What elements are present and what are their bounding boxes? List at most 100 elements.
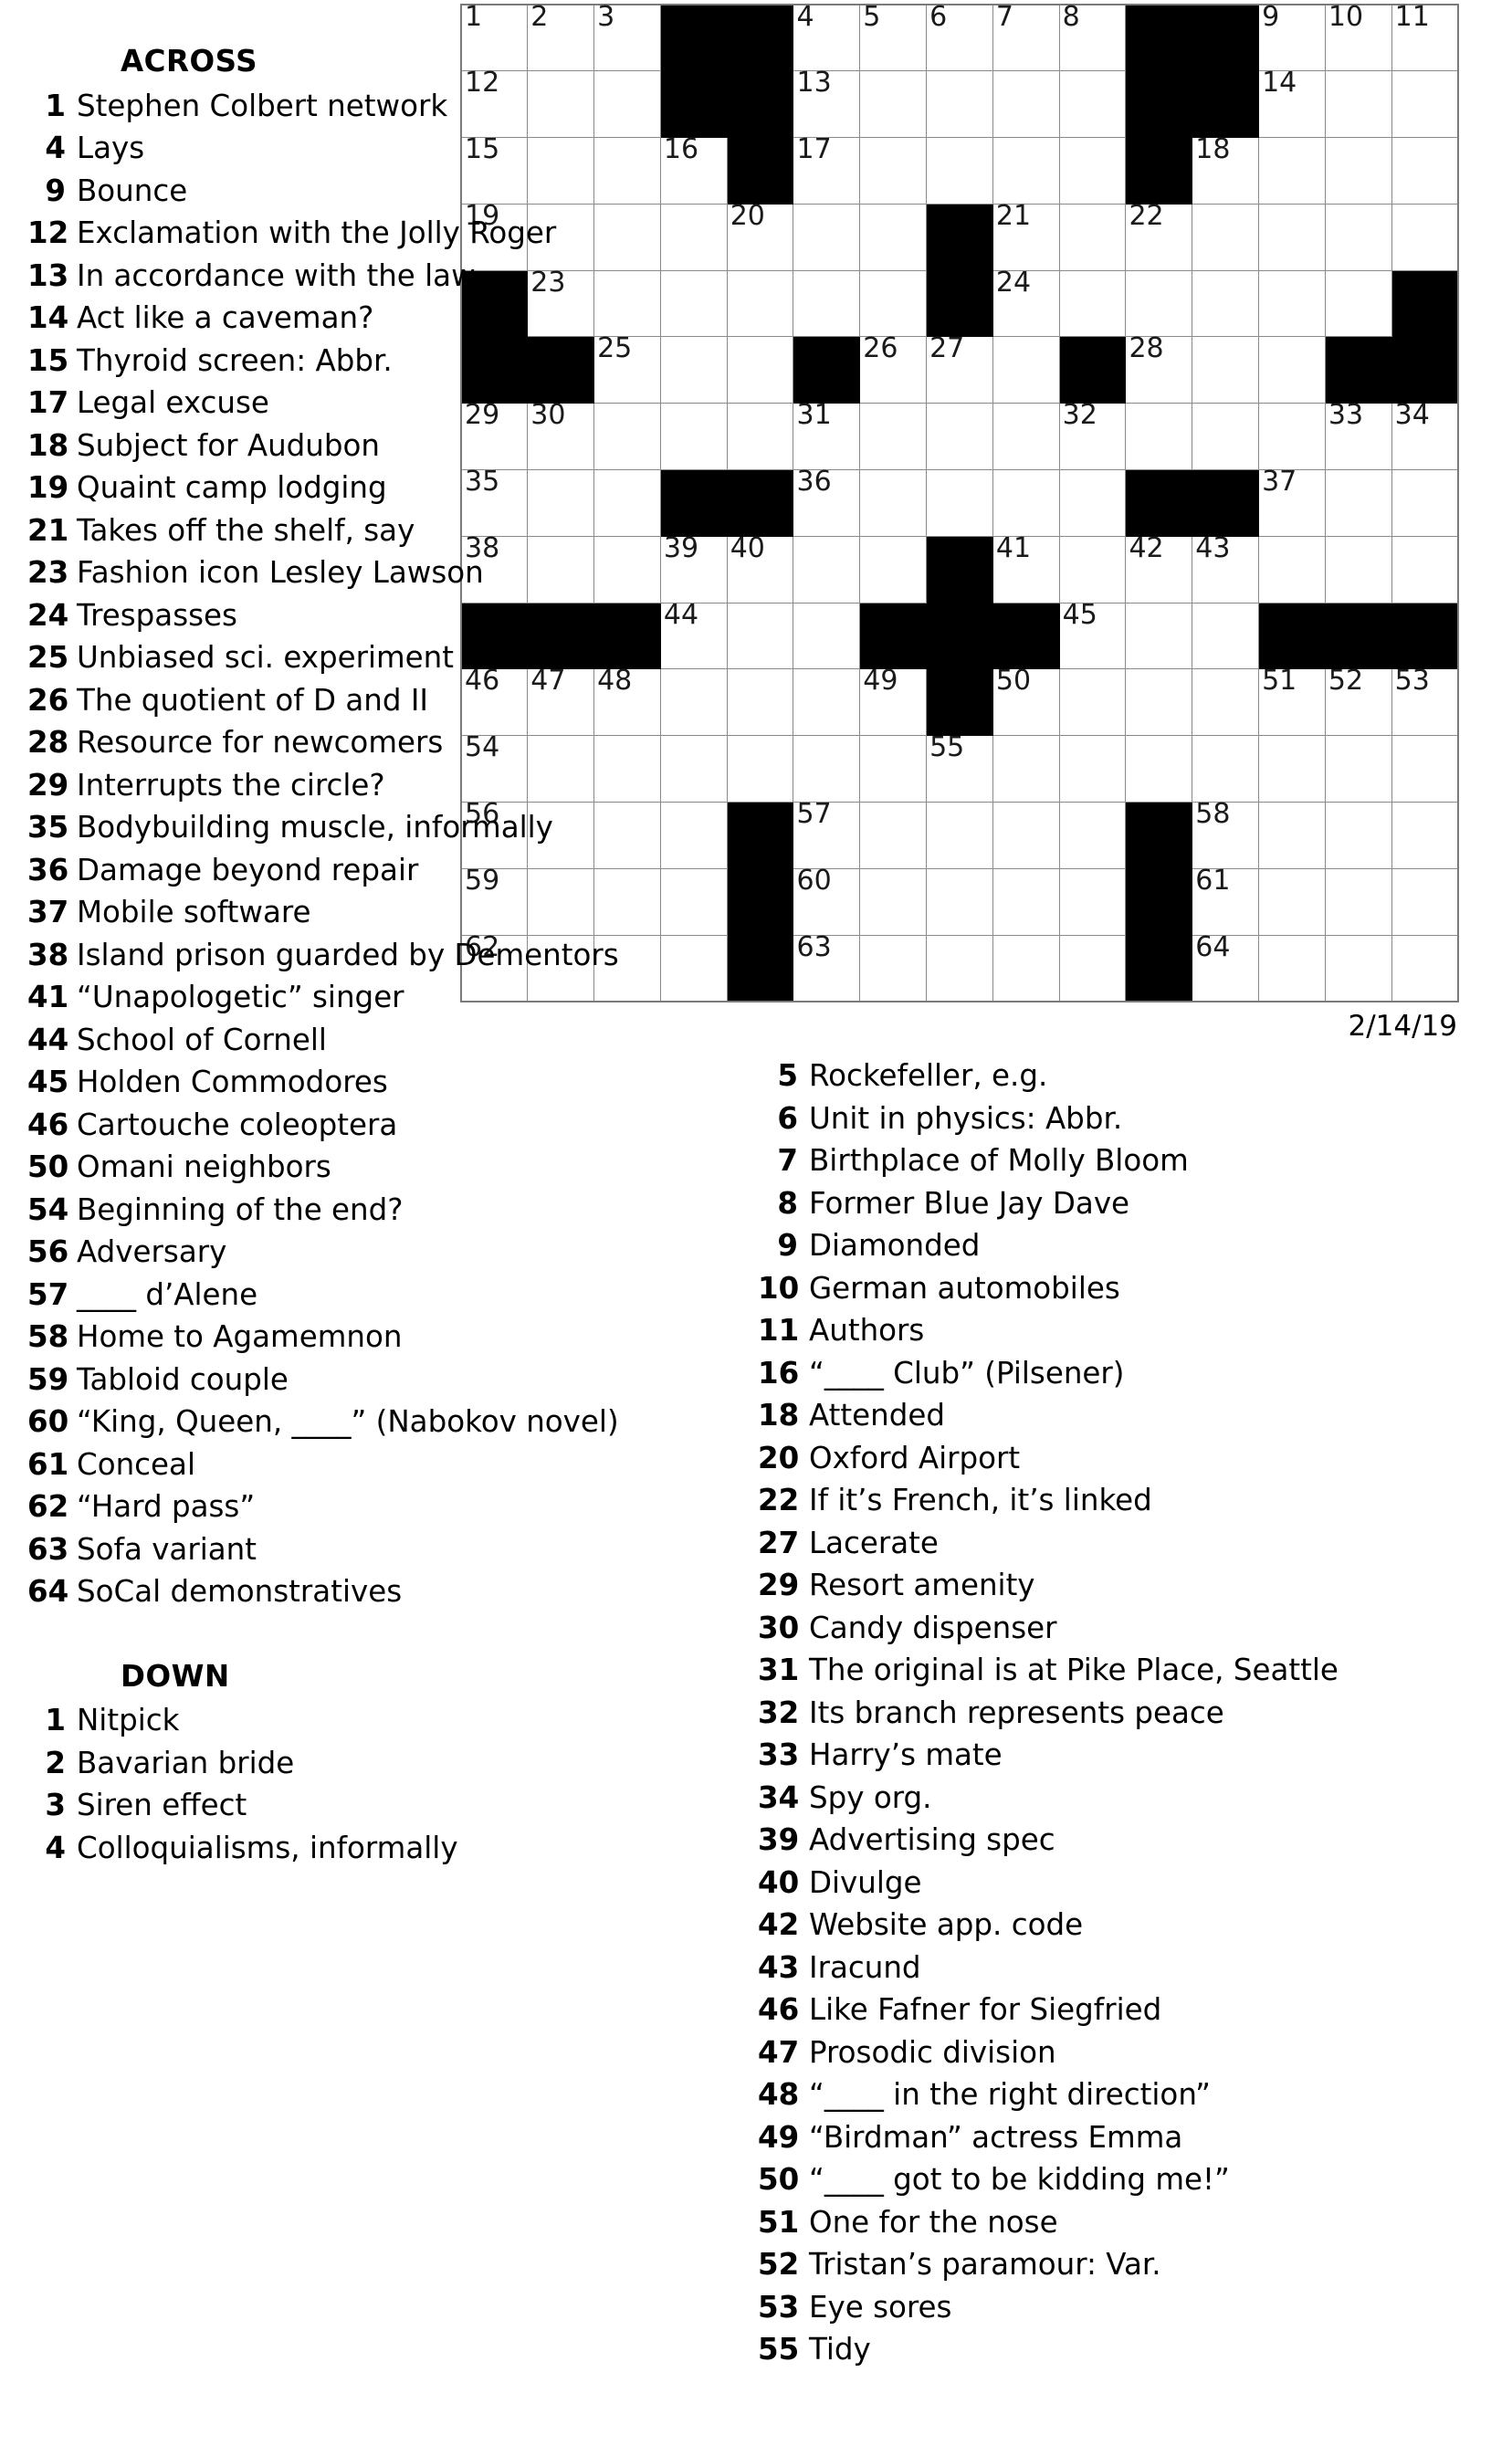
crossword-cell[interactable] xyxy=(659,934,728,1002)
crossword-cell[interactable] xyxy=(1058,203,1127,271)
crossword-cell[interactable]: 8 xyxy=(1058,3,1127,72)
crossword-cell[interactable] xyxy=(926,403,993,471)
crossword-cell[interactable]: 14 xyxy=(1258,68,1326,139)
down-clue-31[interactable]: 31 The original is at Pike Place, Seattle xyxy=(758,1649,1479,1692)
crossword-cell[interactable]: 18 xyxy=(1192,135,1260,205)
across-clue-35[interactable]: 35 Bodybuilding muscle, informally xyxy=(27,806,648,849)
crossword-cell[interactable] xyxy=(1258,203,1326,271)
crossword-cell[interactable]: 50 xyxy=(992,666,1060,737)
crossword-cell[interactable]: 51 xyxy=(1258,666,1326,737)
crossword-cell[interactable]: 13 xyxy=(793,68,861,139)
crossword-cell[interactable] xyxy=(926,469,993,537)
across-clue-58[interactable]: 58 Home to Agamemnon xyxy=(27,1316,648,1359)
crossword-cell[interactable] xyxy=(659,735,728,803)
down-clue-47[interactable]: 47 Prosodic division xyxy=(758,2031,1479,2074)
crossword-cell[interactable] xyxy=(1324,70,1392,139)
crossword-cell[interactable] xyxy=(992,802,1060,869)
crossword-cell[interactable] xyxy=(1125,403,1193,471)
crossword-cell[interactable] xyxy=(1324,269,1392,338)
crossword-cell[interactable] xyxy=(859,469,928,537)
crossword-cell[interactable] xyxy=(1258,336,1326,404)
crossword-cell[interactable] xyxy=(1192,735,1260,803)
across-clue-37[interactable]: 37 Mobile software xyxy=(27,891,648,934)
crossword-cell[interactable] xyxy=(1058,137,1127,205)
down-clue-40[interactable]: 40 Divulge xyxy=(758,1862,1479,1905)
down-clue-18[interactable]: 18 Attended xyxy=(758,1394,1479,1437)
crossword-cell[interactable]: 34 xyxy=(1391,401,1459,471)
crossword-cell[interactable] xyxy=(1258,735,1326,803)
crossword-cell[interactable] xyxy=(1192,203,1260,271)
crossword-cell[interactable] xyxy=(1192,403,1260,471)
crossword-cell[interactable] xyxy=(793,203,861,271)
crossword-cell[interactable] xyxy=(793,602,861,670)
crossword-cell[interactable]: 31 xyxy=(793,401,861,471)
crossword-cell[interactable] xyxy=(1058,802,1127,869)
crossword-cell[interactable]: 42 xyxy=(1125,533,1193,604)
crossword-cell[interactable] xyxy=(1125,735,1193,803)
crossword-cell[interactable]: 4 xyxy=(793,3,861,72)
crossword-cell[interactable] xyxy=(659,802,728,869)
down-clue-39[interactable]: 39 Advertising spec xyxy=(758,1819,1479,1862)
crossword-cell[interactable] xyxy=(992,469,1060,537)
crossword-cell[interactable] xyxy=(1058,668,1127,737)
crossword-cell[interactable]: 63 xyxy=(793,932,861,1002)
crossword-cell[interactable]: 52 xyxy=(1324,666,1392,737)
crossword-cell[interactable] xyxy=(793,269,861,338)
crossword-cell[interactable] xyxy=(992,336,1060,404)
crossword-cell[interactable] xyxy=(1258,269,1326,338)
crossword-cell[interactable]: 27 xyxy=(926,334,993,404)
across-clue-19[interactable]: 19 Quaint camp lodging xyxy=(27,467,648,509)
across-clue-1[interactable]: 1 Stephen Colbert network xyxy=(27,85,648,128)
crossword-cell[interactable]: 22 xyxy=(1125,201,1193,271)
crossword-cell[interactable] xyxy=(659,867,728,936)
crossword-cell[interactable]: 6 xyxy=(926,3,993,72)
crossword-cell[interactable] xyxy=(726,735,794,803)
crossword-cell[interactable] xyxy=(1192,336,1260,404)
down-clue-50[interactable]: 50 “____ got to be kidding me!” xyxy=(758,2158,1479,2201)
crossword-cell[interactable] xyxy=(659,203,728,271)
across-clue-54[interactable]: 54 Beginning of the end? xyxy=(27,1189,648,1232)
down-clue-51[interactable]: 51 One for the nose xyxy=(758,2201,1479,2244)
crossword-cell[interactable] xyxy=(793,535,861,604)
crossword-cell[interactable]: 33 xyxy=(1324,401,1392,471)
crossword-cell[interactable] xyxy=(1058,867,1127,936)
down-clue-10[interactable]: 10 German automobiles xyxy=(758,1267,1479,1310)
down-clue-5[interactable]: 5 Rockefeller, e.g. xyxy=(758,1055,1479,1097)
crossword-cell[interactable] xyxy=(1391,137,1459,205)
crossword-cell[interactable] xyxy=(1324,469,1392,537)
crossword-cell[interactable] xyxy=(1192,602,1260,670)
crossword-cell[interactable] xyxy=(992,735,1060,803)
crossword-cell[interactable] xyxy=(1391,203,1459,271)
crossword-cell[interactable] xyxy=(1324,735,1392,803)
crossword-cell[interactable]: 39 xyxy=(659,533,728,604)
crossword-cell[interactable]: 10 xyxy=(1324,3,1392,72)
crossword-cell[interactable] xyxy=(859,70,928,139)
crossword-cell[interactable] xyxy=(659,668,728,737)
crossword-cell[interactable]: 55 xyxy=(926,733,993,803)
across-clue-14[interactable]: 14 Act like a caveman? xyxy=(27,297,648,340)
across-clue-15[interactable]: 15 Thyroid screen: Abbr. xyxy=(27,340,648,383)
crossword-cell[interactable] xyxy=(1324,802,1392,869)
crossword-cell[interactable]: 20 xyxy=(726,201,794,271)
crossword-cell[interactable] xyxy=(1125,269,1193,338)
crossword-cell[interactable]: 21 xyxy=(992,201,1060,271)
crossword-cell[interactable] xyxy=(1391,535,1459,604)
crossword-cell[interactable] xyxy=(1391,934,1459,1002)
crossword-cell[interactable] xyxy=(659,403,728,471)
crossword-cell[interactable] xyxy=(992,70,1060,139)
across-clue-63[interactable]: 63 Sofa variant xyxy=(27,1528,648,1571)
down-clue-27[interactable]: 27 Lacerate xyxy=(758,1522,1479,1565)
crossword-cell[interactable]: 7 xyxy=(992,3,1060,72)
across-clue-61[interactable]: 61 Conceal xyxy=(27,1443,648,1486)
down-clue-46[interactable]: 46 Like Fafner for Siegfried xyxy=(758,1989,1479,2031)
crossword-cell[interactable] xyxy=(859,137,928,205)
across-clue-17[interactable]: 17 Legal excuse xyxy=(27,382,648,425)
across-clue-46[interactable]: 46 Cartouche coleoptera xyxy=(27,1104,648,1147)
crossword-cell[interactable] xyxy=(859,269,928,338)
down-clue-48[interactable]: 48 “____ in the right direction” xyxy=(758,2073,1479,2116)
crossword-cell[interactable] xyxy=(726,403,794,471)
crossword-cell[interactable] xyxy=(1125,602,1193,670)
crossword-cell[interactable]: 45 xyxy=(1058,600,1127,670)
crossword-cell[interactable] xyxy=(726,602,794,670)
across-clue-18[interactable]: 18 Subject for Audubon xyxy=(27,425,648,467)
